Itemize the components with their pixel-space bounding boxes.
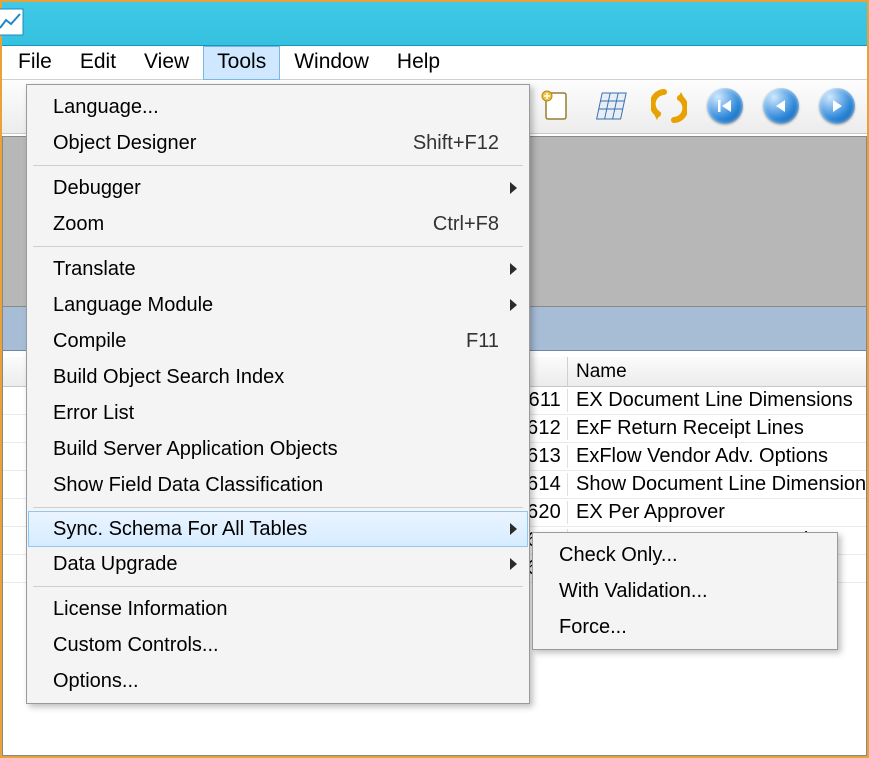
- row-name: EX Per Approver: [568, 501, 866, 524]
- menu-sync-schema[interactable]: Sync. Schema For All Tables: [28, 511, 528, 547]
- app-window: File Edit View Tools Window Help: [0, 0, 869, 758]
- submenu-check-only[interactable]: Check Only...: [535, 537, 835, 573]
- row-name: Show Document Line Dimensions: [568, 473, 866, 496]
- menu-build-server-objects[interactable]: Build Server Application Objects: [29, 431, 527, 467]
- sync-schema-submenu: Check Only... With Validation... Force..…: [532, 532, 838, 650]
- toolbar-refresh-icon[interactable]: [649, 86, 689, 126]
- menu-window[interactable]: Window: [280, 46, 383, 80]
- nav-prev-button[interactable]: [761, 86, 801, 126]
- menu-build-index[interactable]: Build Object Search Index: [29, 359, 527, 395]
- titlebar: [2, 2, 867, 46]
- col-header-name[interactable]: Name: [568, 361, 866, 383]
- menu-language[interactable]: Language...: [29, 89, 527, 125]
- menubar: File Edit View Tools Window Help: [2, 46, 867, 80]
- menu-license-info[interactable]: License Information: [29, 591, 527, 627]
- row-name: ExF Return Receipt Lines: [568, 417, 866, 440]
- menu-help[interactable]: Help: [383, 46, 454, 80]
- menu-data-upgrade[interactable]: Data Upgrade: [29, 546, 527, 582]
- menu-translate[interactable]: Translate: [29, 251, 527, 287]
- menu-error-list[interactable]: Error List: [29, 395, 527, 431]
- nav-next-button[interactable]: [817, 86, 857, 126]
- menu-object-designer[interactable]: Object Designer Shift+F12: [29, 125, 527, 161]
- menu-view[interactable]: View: [130, 46, 203, 80]
- menu-debugger[interactable]: Debugger: [29, 170, 527, 206]
- tools-dropdown: Language... Object Designer Shift+F12 De…: [26, 84, 530, 704]
- app-icon: [0, 8, 24, 36]
- submenu-with-validation[interactable]: With Validation...: [535, 573, 835, 609]
- submenu-force[interactable]: Force...: [535, 609, 835, 645]
- nav-first-button[interactable]: [705, 86, 745, 126]
- menu-edit[interactable]: Edit: [66, 46, 130, 80]
- menu-options[interactable]: Options...: [29, 663, 527, 699]
- menu-file[interactable]: File: [4, 46, 66, 80]
- toolbar-grid-icon[interactable]: [593, 86, 633, 126]
- menu-tools[interactable]: Tools: [203, 46, 280, 80]
- menu-custom-controls[interactable]: Custom Controls...: [29, 627, 527, 663]
- menu-compile[interactable]: Compile F11: [29, 323, 527, 359]
- menu-show-field-classification[interactable]: Show Field Data Classification: [29, 467, 527, 503]
- menu-language-module[interactable]: Language Module: [29, 287, 527, 323]
- row-name: ExFlow Vendor Adv. Options: [568, 445, 866, 468]
- row-name: EX Document Line Dimensions: [568, 389, 866, 412]
- toolbar-new-icon[interactable]: [537, 86, 577, 126]
- menu-zoom[interactable]: Zoom Ctrl+F8: [29, 206, 527, 242]
